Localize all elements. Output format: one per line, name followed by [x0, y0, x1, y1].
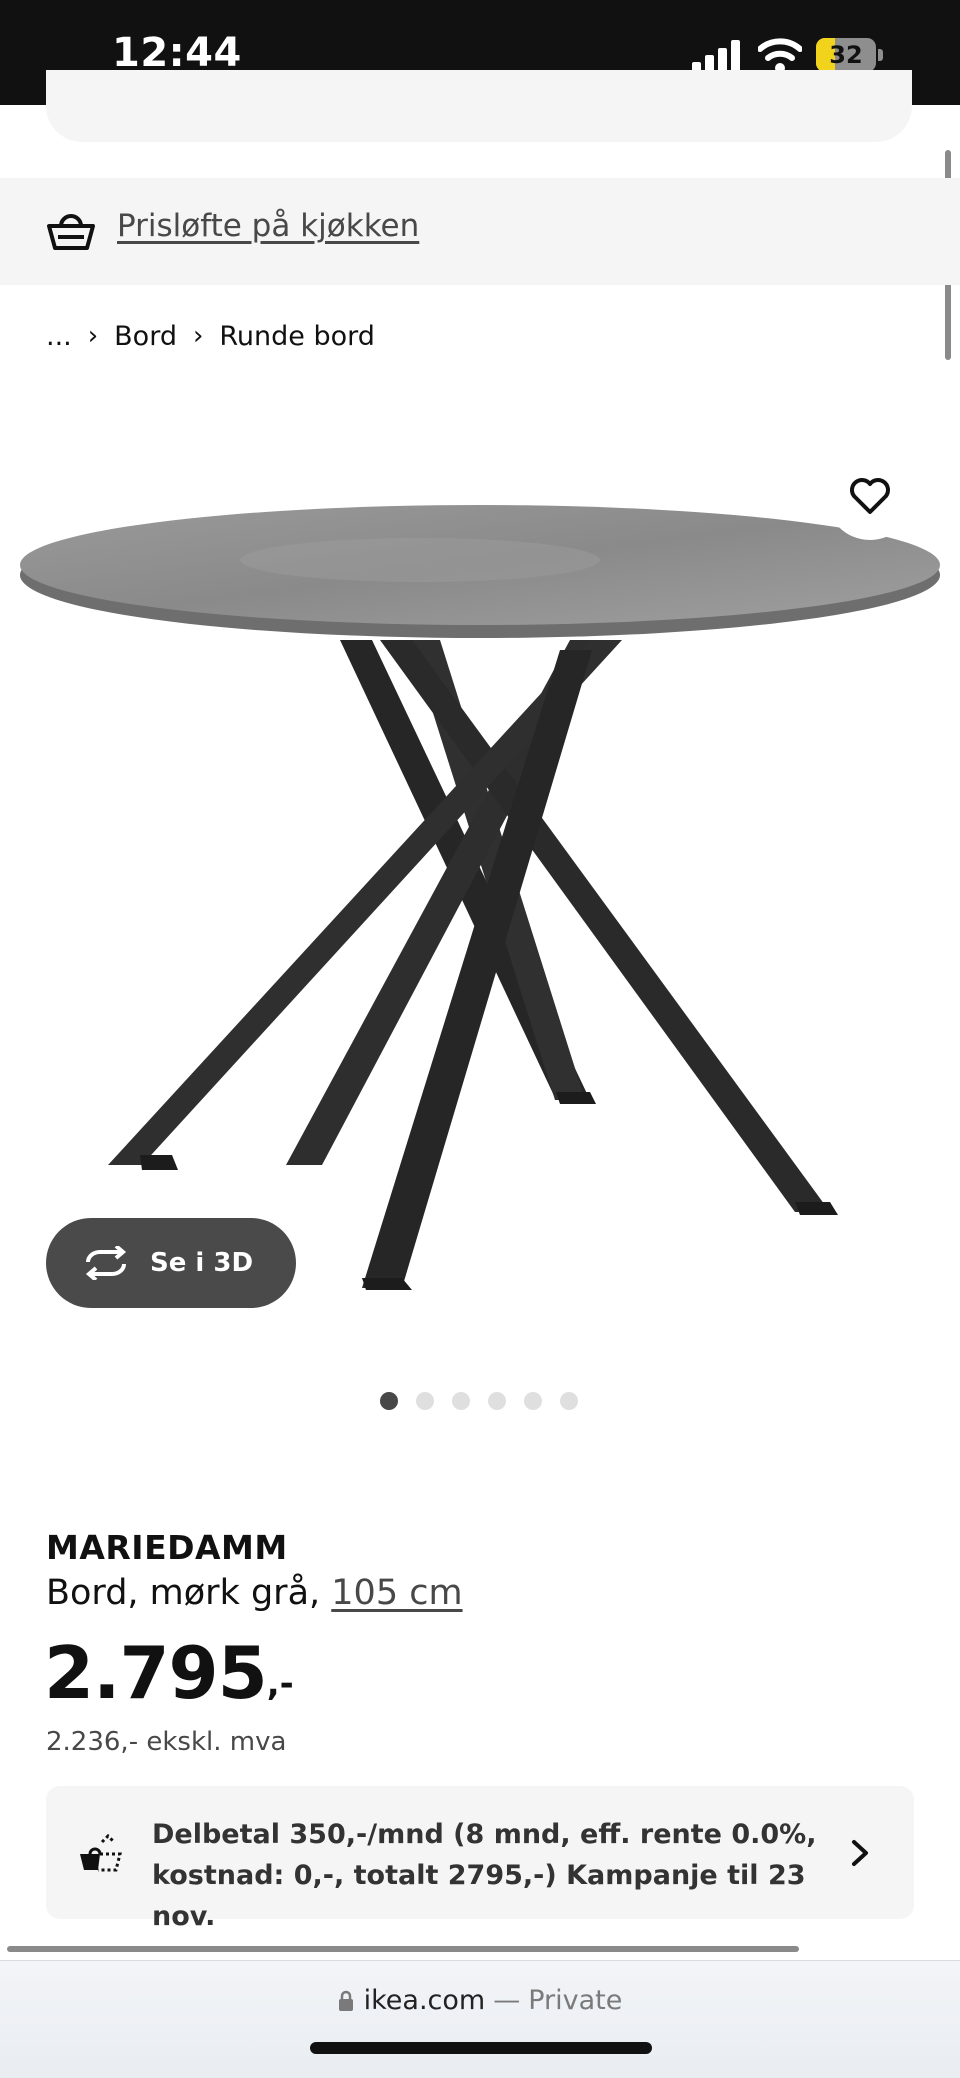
carousel-dot[interactable] — [452, 1392, 470, 1410]
horizontal-scroll-indicator — [7, 1946, 799, 1952]
breadcrumb-item-bord[interactable]: Bord — [114, 321, 177, 352]
breadcrumb-ellipsis[interactable]: ... — [46, 321, 72, 352]
carousel-dot[interactable] — [380, 1392, 398, 1410]
address-bar[interactable]: ikea.com — Private — [0, 1985, 960, 2016]
private-mode-label: Private — [528, 1985, 623, 2016]
price-suffix: ,- — [266, 1664, 294, 1704]
battery-charging-icon: 32 — [816, 38, 886, 72]
heart-icon — [850, 478, 890, 514]
basket-icon — [47, 214, 95, 250]
installment-icon — [80, 1833, 122, 1872]
view-in-3d-label: Se i 3D — [150, 1248, 254, 1278]
product-type: Bord, mørk grå, — [46, 1573, 321, 1613]
chevron-right-icon — [852, 1840, 868, 1866]
carousel-dots — [380, 1392, 578, 1410]
chevron-right-icon: › — [87, 321, 99, 351]
carousel-dot[interactable] — [524, 1392, 542, 1410]
view-in-3d-button[interactable]: Se i 3D — [46, 1218, 296, 1308]
lock-icon — [338, 1990, 353, 2011]
carousel-dot[interactable] — [416, 1392, 434, 1410]
cellular-signal-icon — [692, 40, 740, 74]
carousel-dot[interactable] — [488, 1392, 506, 1410]
wifi-icon — [758, 38, 802, 73]
breadcrumb: ... › Bord › Runde bord — [46, 316, 375, 356]
price-value: 2.795 — [44, 1631, 268, 1715]
favourite-button[interactable] — [826, 452, 914, 540]
browser-toolbar — [0, 1960, 960, 2078]
product-name: MARIEDAMM — [46, 1528, 288, 1567]
url-separator: — — [493, 1985, 521, 2016]
url-domain: ikea.com — [363, 1985, 486, 2016]
home-indicator[interactable] — [310, 2042, 652, 2054]
breadcrumb-item-runde-bord[interactable]: Runde bord — [219, 321, 375, 352]
size-link[interactable]: 105 cm — [331, 1573, 462, 1613]
battery-level: 32 — [829, 41, 863, 69]
product-image[interactable] — [0, 440, 960, 1320]
price-ex-vat: 2.236,- ekskl. mva — [46, 1727, 287, 1757]
chevron-right-icon: › — [192, 321, 204, 351]
rotate-3d-icon — [85, 1246, 127, 1280]
search-bar[interactable] — [46, 70, 912, 142]
product-description: Bord, mørk grå, 105 cm — [46, 1573, 463, 1613]
carousel-dot[interactable] — [560, 1392, 578, 1410]
financing-text: Delbetal 350,-/mnd (8 mnd, eff. rente 0.… — [152, 1819, 817, 1932]
price: 2.795 ,- — [44, 1630, 294, 1716]
promo-link[interactable]: Prisløfte på kjøkken — [117, 208, 419, 244]
